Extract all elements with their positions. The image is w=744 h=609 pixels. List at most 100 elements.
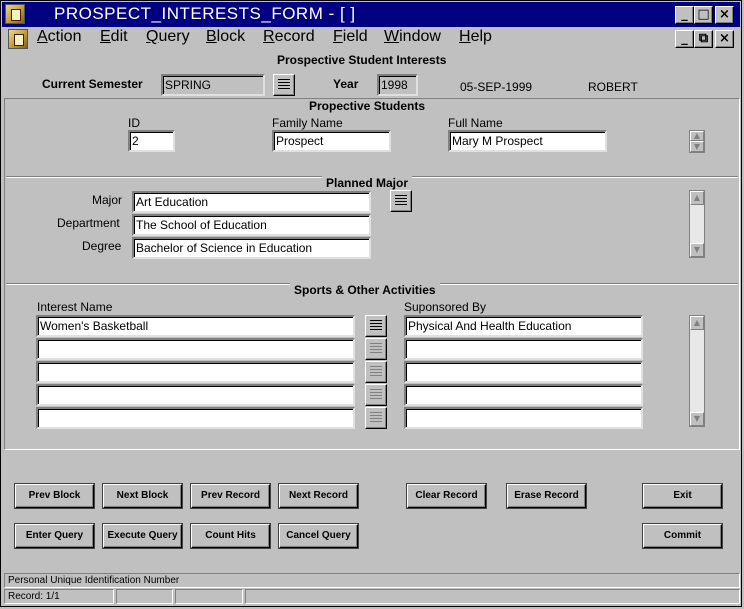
status-cell bbox=[116, 589, 173, 604]
interest-name-field[interactable] bbox=[36, 384, 355, 406]
menu-edit[interactable]: Edit bbox=[100, 28, 128, 46]
menu-help[interactable]: Help bbox=[459, 28, 492, 46]
record-indicator: Record: 1/1 bbox=[4, 589, 114, 604]
doc-minimize-icon: _ bbox=[681, 31, 688, 46]
doc-close-icon: × bbox=[719, 31, 730, 46]
doc-minimize-button[interactable]: _ bbox=[675, 30, 694, 48]
full-name-label: Full Name bbox=[448, 116, 503, 130]
family-name-label: Family Name bbox=[272, 116, 343, 130]
maximize-icon: □ bbox=[697, 7, 710, 22]
scroll-down-arrow-icon[interactable]: ▼ bbox=[690, 243, 704, 257]
menu-record[interactable]: Record bbox=[263, 28, 315, 46]
form-title: Prospective Student Interests bbox=[277, 53, 447, 67]
execute-query-button[interactable]: Execute Query bbox=[103, 524, 182, 548]
next-block-button[interactable]: Next Block bbox=[103, 484, 182, 508]
menu-field-hotkey: F bbox=[333, 28, 343, 45]
sponsored-by-field[interactable] bbox=[404, 407, 643, 429]
menu-record-label: ecord bbox=[274, 28, 315, 45]
interest-name-field[interactable] bbox=[36, 407, 355, 429]
close-button[interactable]: × bbox=[715, 6, 734, 24]
sports-scrollbar[interactable]: ▲ ▼ bbox=[689, 315, 705, 427]
menu-action-hotkey: A bbox=[37, 28, 48, 45]
department-label: Department bbox=[57, 216, 120, 230]
menu-help-label: elp bbox=[470, 28, 492, 45]
year-field[interactable]: 1998 bbox=[377, 74, 418, 96]
interest-lov-button[interactable] bbox=[365, 361, 387, 383]
clear-record-button[interactable]: Clear Record bbox=[407, 484, 486, 508]
menu-window-label: indow bbox=[399, 28, 441, 45]
degree-field[interactable]: Bachelor of Science in Education bbox=[132, 237, 371, 259]
scroll-up-arrow-icon[interactable]: ▲ bbox=[690, 316, 704, 330]
menu-block[interactable]: Block bbox=[206, 28, 245, 46]
menu-bar: Action Edit Query Block Record Field Win… bbox=[2, 28, 740, 50]
sponsored-by-field[interactable]: Physical And Health Education bbox=[404, 315, 643, 337]
full-name-field[interactable]: Mary M Prospect bbox=[448, 130, 607, 152]
menu-query-label: uery bbox=[158, 28, 190, 45]
interest-lov-button[interactable] bbox=[365, 407, 387, 429]
menu-query-hotkey: Q bbox=[146, 28, 159, 45]
department-field[interactable]: The School of Education bbox=[132, 214, 371, 236]
exit-button[interactable]: Exit bbox=[643, 484, 722, 508]
scroll-up-arrow-icon[interactable]: ▲ bbox=[690, 131, 704, 141]
menu-help-hotkey: H bbox=[459, 28, 471, 45]
erase-record-button[interactable]: Erase Record bbox=[507, 484, 586, 508]
family-name-field[interactable]: Prospect bbox=[272, 130, 391, 152]
prev-block-button[interactable]: Prev Block bbox=[15, 484, 94, 508]
menu-query[interactable]: Query bbox=[146, 28, 190, 46]
interest-name-column-header: Interest Name bbox=[37, 300, 113, 314]
scroll-down-arrow-icon[interactable]: ▼ bbox=[690, 141, 704, 152]
major-field[interactable]: Art Education bbox=[132, 191, 371, 213]
window-title: PROSPECT_INTERESTS_FORM - [ ] bbox=[54, 4, 356, 23]
menu-action-label: ction bbox=[47, 28, 82, 45]
interest-lov-button[interactable] bbox=[365, 315, 387, 337]
hint-line: Personal Unique Identification Number bbox=[4, 573, 740, 588]
menu-edit-label: dit bbox=[110, 28, 128, 45]
current-user: ROBERT bbox=[588, 80, 638, 94]
maximize-button[interactable]: □ bbox=[694, 6, 713, 24]
interest-name-field[interactable] bbox=[36, 338, 355, 360]
major-scrollbar[interactable]: ▲ ▼ bbox=[689, 190, 705, 258]
degree-label: Degree bbox=[82, 239, 122, 253]
doc-restore-button[interactable]: ⧉ bbox=[694, 30, 713, 48]
commit-button[interactable]: Commit bbox=[643, 524, 722, 548]
interest-lov-button[interactable] bbox=[365, 338, 387, 360]
major-section-title: Planned Major bbox=[322, 176, 413, 190]
menu-field-label: ield bbox=[342, 28, 368, 45]
id-field[interactable]: 2 bbox=[128, 130, 175, 152]
sponsored-by-field[interactable] bbox=[404, 338, 643, 360]
current-date: 05-SEP-1999 bbox=[460, 80, 533, 94]
doc-close-button[interactable]: × bbox=[715, 30, 734, 48]
sponsored-by-field[interactable] bbox=[404, 361, 643, 383]
prev-record-button[interactable]: Prev Record bbox=[191, 484, 270, 508]
students-scrollbar[interactable]: ▲ ▼ bbox=[689, 130, 705, 153]
menu-field[interactable]: Field bbox=[333, 28, 368, 46]
menu-window-hotkey: W bbox=[384, 28, 400, 45]
enter-query-button[interactable]: Enter Query bbox=[15, 524, 94, 548]
semester-lov-button[interactable] bbox=[273, 74, 295, 96]
menu-edit-hotkey: E bbox=[100, 28, 111, 45]
year-label: Year bbox=[333, 77, 359, 91]
menu-record-hotkey: R bbox=[263, 28, 275, 45]
minimize-button[interactable]: _ bbox=[675, 6, 694, 24]
semester-field[interactable]: SPRING bbox=[161, 74, 265, 96]
cancel-query-button[interactable]: Cancel Query bbox=[279, 524, 358, 548]
title-bar[interactable]: PROSPECT_INTERESTS_FORM - [ ] _ □ × bbox=[2, 2, 740, 27]
interest-name-field[interactable] bbox=[36, 361, 355, 383]
menu-window[interactable]: Window bbox=[384, 28, 441, 46]
major-lov-button[interactable] bbox=[390, 190, 412, 212]
interest-lov-button[interactable] bbox=[365, 384, 387, 406]
doc-restore-icon: ⧉ bbox=[698, 31, 709, 46]
sponsored-by-field[interactable] bbox=[404, 384, 643, 406]
scroll-down-arrow-icon[interactable]: ▼ bbox=[690, 412, 704, 426]
count-hits-button[interactable]: Count Hits bbox=[191, 524, 270, 548]
menu-action[interactable]: Action bbox=[37, 28, 81, 46]
close-icon: × bbox=[719, 7, 730, 22]
app-icon[interactable] bbox=[5, 4, 25, 24]
scroll-up-arrow-icon[interactable]: ▲ bbox=[690, 191, 704, 205]
semester-label: Current Semester bbox=[42, 77, 143, 91]
interest-name-field[interactable]: Women's Basketball bbox=[36, 315, 355, 337]
next-record-button[interactable]: Next Record bbox=[279, 484, 358, 508]
menu-block-label: lock bbox=[216, 28, 246, 45]
menu-block-hotkey: B bbox=[206, 28, 217, 45]
document-icon[interactable] bbox=[8, 29, 28, 49]
